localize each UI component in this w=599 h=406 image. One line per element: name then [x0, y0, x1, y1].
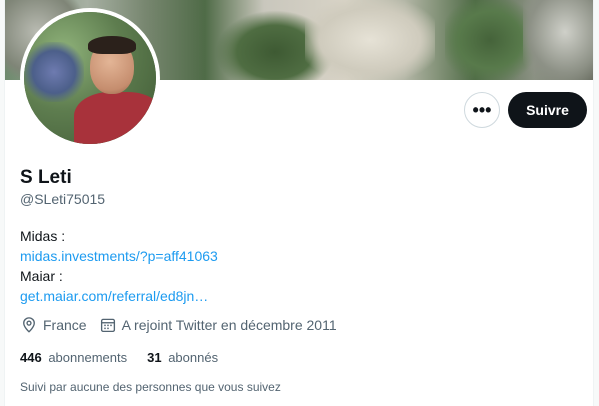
followers-link[interactable]: 31 abonnés [147, 350, 218, 365]
avatar[interactable] [20, 8, 160, 148]
following-link[interactable]: 446 abonnements [20, 350, 127, 365]
location-pin-icon [23, 317, 35, 333]
right-frame-edge [593, 0, 599, 406]
profile-handle: @SLeti75015 [20, 191, 106, 207]
follow-button[interactable]: Suivre [508, 92, 587, 128]
location-item: France [20, 316, 87, 334]
followers-label: abonnés [168, 350, 219, 365]
more-options-button[interactable]: ••• [464, 92, 500, 128]
joined-item: A rejoint Twitter en décembre 2011 [99, 316, 337, 334]
profile-bio: Midas : midas.investments/?p=aff41063 Ma… [20, 226, 218, 306]
followers-count: 31 [147, 350, 162, 365]
calendar-icon [100, 318, 115, 333]
following-label: abonnements [48, 350, 128, 365]
bio-line-midas: Midas : [20, 228, 66, 244]
profile-card: ••• Suivre S Leti @SLeti75015 Midas : mi… [0, 0, 599, 406]
midas-link[interactable]: midas.investments/?p=aff41063 [20, 246, 218, 266]
joined-text: A rejoint Twitter en décembre 2011 [121, 317, 337, 333]
location-text: France [43, 317, 87, 333]
followed-by-text: Suivi par aucune des personnes que vous … [20, 380, 281, 394]
more-icon: ••• [472, 100, 492, 120]
profile-meta: France A rejoint Twitter en décembre 201… [20, 316, 349, 334]
profile-name: S Leti [20, 167, 72, 188]
following-count: 446 [20, 350, 42, 365]
maiar-link[interactable]: get.maiar.com/referral/ed8jn… [20, 286, 218, 306]
bio-line-maiar: Maiar : [20, 268, 63, 284]
follow-counts: 446 abonnements 31 abonnés [20, 350, 238, 365]
